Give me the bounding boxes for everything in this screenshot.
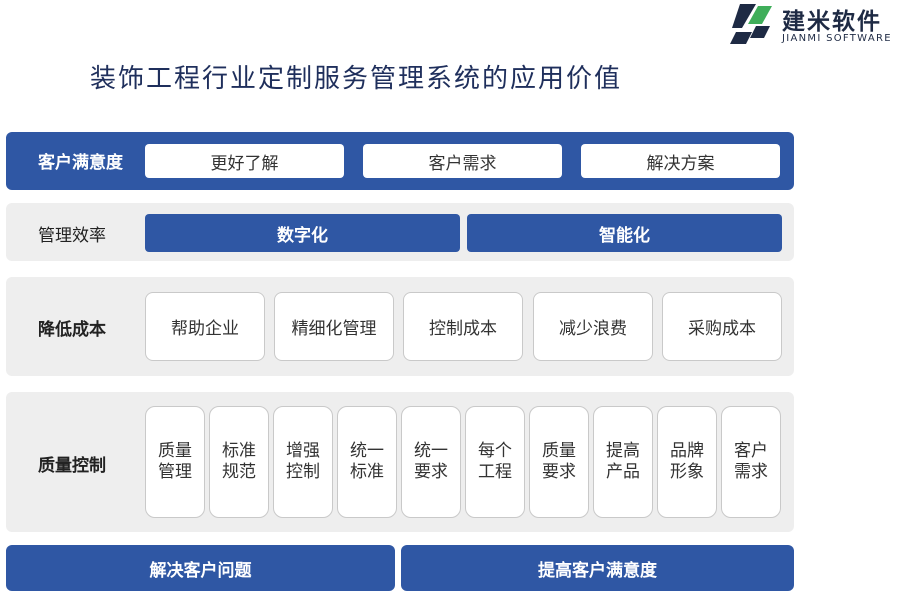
item-line: 客户: [734, 441, 768, 461]
item-line: 管理: [158, 462, 192, 482]
item-line: 工程: [478, 462, 512, 482]
row-label: 客户满意度: [38, 153, 123, 173]
item-improve-product: 提高 产品: [593, 406, 653, 518]
item-line: 控制: [286, 462, 320, 482]
item-enhance-control: 增强 控制: [273, 406, 333, 518]
item-digitalization: 数字化: [145, 214, 460, 252]
item-line: 品牌: [670, 441, 704, 461]
item-brand-image: 品牌 形象: [657, 406, 717, 518]
item-unify-standards: 统一 标准: [337, 406, 397, 518]
item-help-enterprise: 帮助企业: [145, 292, 265, 361]
item-line: 质量: [158, 441, 192, 461]
item-line: 规范: [222, 462, 256, 482]
item-line: 每个: [478, 441, 512, 461]
row-management-efficiency: 管理效率 数字化 智能化: [6, 203, 794, 261]
item-quality-requirements: 质量 要求: [529, 406, 589, 518]
item-line: 统一: [350, 441, 384, 461]
brand-logo: 建米软件 JIANMI SOFTWARE: [724, 2, 900, 46]
item-fine-management: 精细化管理: [274, 292, 394, 361]
item-line: 产品: [606, 462, 640, 482]
page-title: 装饰工程行业定制服务管理系统的应用价值: [90, 64, 623, 94]
item-line: 提高: [606, 441, 640, 461]
row-label: 降低成本: [38, 320, 106, 340]
item-line: 标准: [350, 462, 384, 482]
item-line: 需求: [734, 462, 768, 482]
item-customer-demand: 客户 需求: [721, 406, 781, 518]
item-reduce-waste: 减少浪费: [533, 292, 653, 361]
item-line: 要求: [542, 462, 576, 482]
row-customer-satisfaction: 客户满意度 更好了解 客户需求 解决方案: [6, 132, 794, 190]
item-intelligence: 智能化: [467, 214, 782, 252]
row-label: 管理效率: [38, 226, 106, 246]
item-line: 形象: [670, 462, 704, 482]
item-purchase-cost: 采购成本: [662, 292, 782, 361]
item-control-cost: 控制成本: [403, 292, 523, 361]
bottom-solve-customer-problems: 解决客户问题: [6, 545, 395, 591]
item-customer-needs: 客户需求: [363, 144, 562, 178]
item-line: 统一: [414, 441, 448, 461]
logo-name-cn: 建米软件: [782, 9, 882, 35]
item-standard-norms: 标准 规范: [209, 406, 269, 518]
item-line: 标准: [222, 441, 256, 461]
item-unify-requirements: 统一 要求: [401, 406, 461, 518]
item-each-project: 每个 工程: [465, 406, 525, 518]
bottom-improve-satisfaction: 提高客户满意度: [401, 545, 794, 591]
item-quality-management: 质量 管理: [145, 406, 205, 518]
item-line: 增强: [286, 441, 320, 461]
item-solution: 解决方案: [581, 144, 780, 178]
row-cost-reduction: 降低成本 帮助企业 精细化管理 控制成本 减少浪费 采购成本: [6, 277, 794, 376]
item-line: 质量: [542, 441, 576, 461]
jianmi-logo-icon: [730, 4, 772, 44]
row-quality-control: 质量控制 质量 管理 标准 规范 增强 控制 统一 标准 统一 要求 每个 工程 质量 要求 …: [6, 392, 794, 532]
logo-name-en: JIANMI SOFTWARE: [782, 33, 892, 44]
item-better-understand: 更好了解: [145, 144, 344, 178]
row-label: 质量控制: [38, 456, 106, 476]
item-line: 要求: [414, 462, 448, 482]
